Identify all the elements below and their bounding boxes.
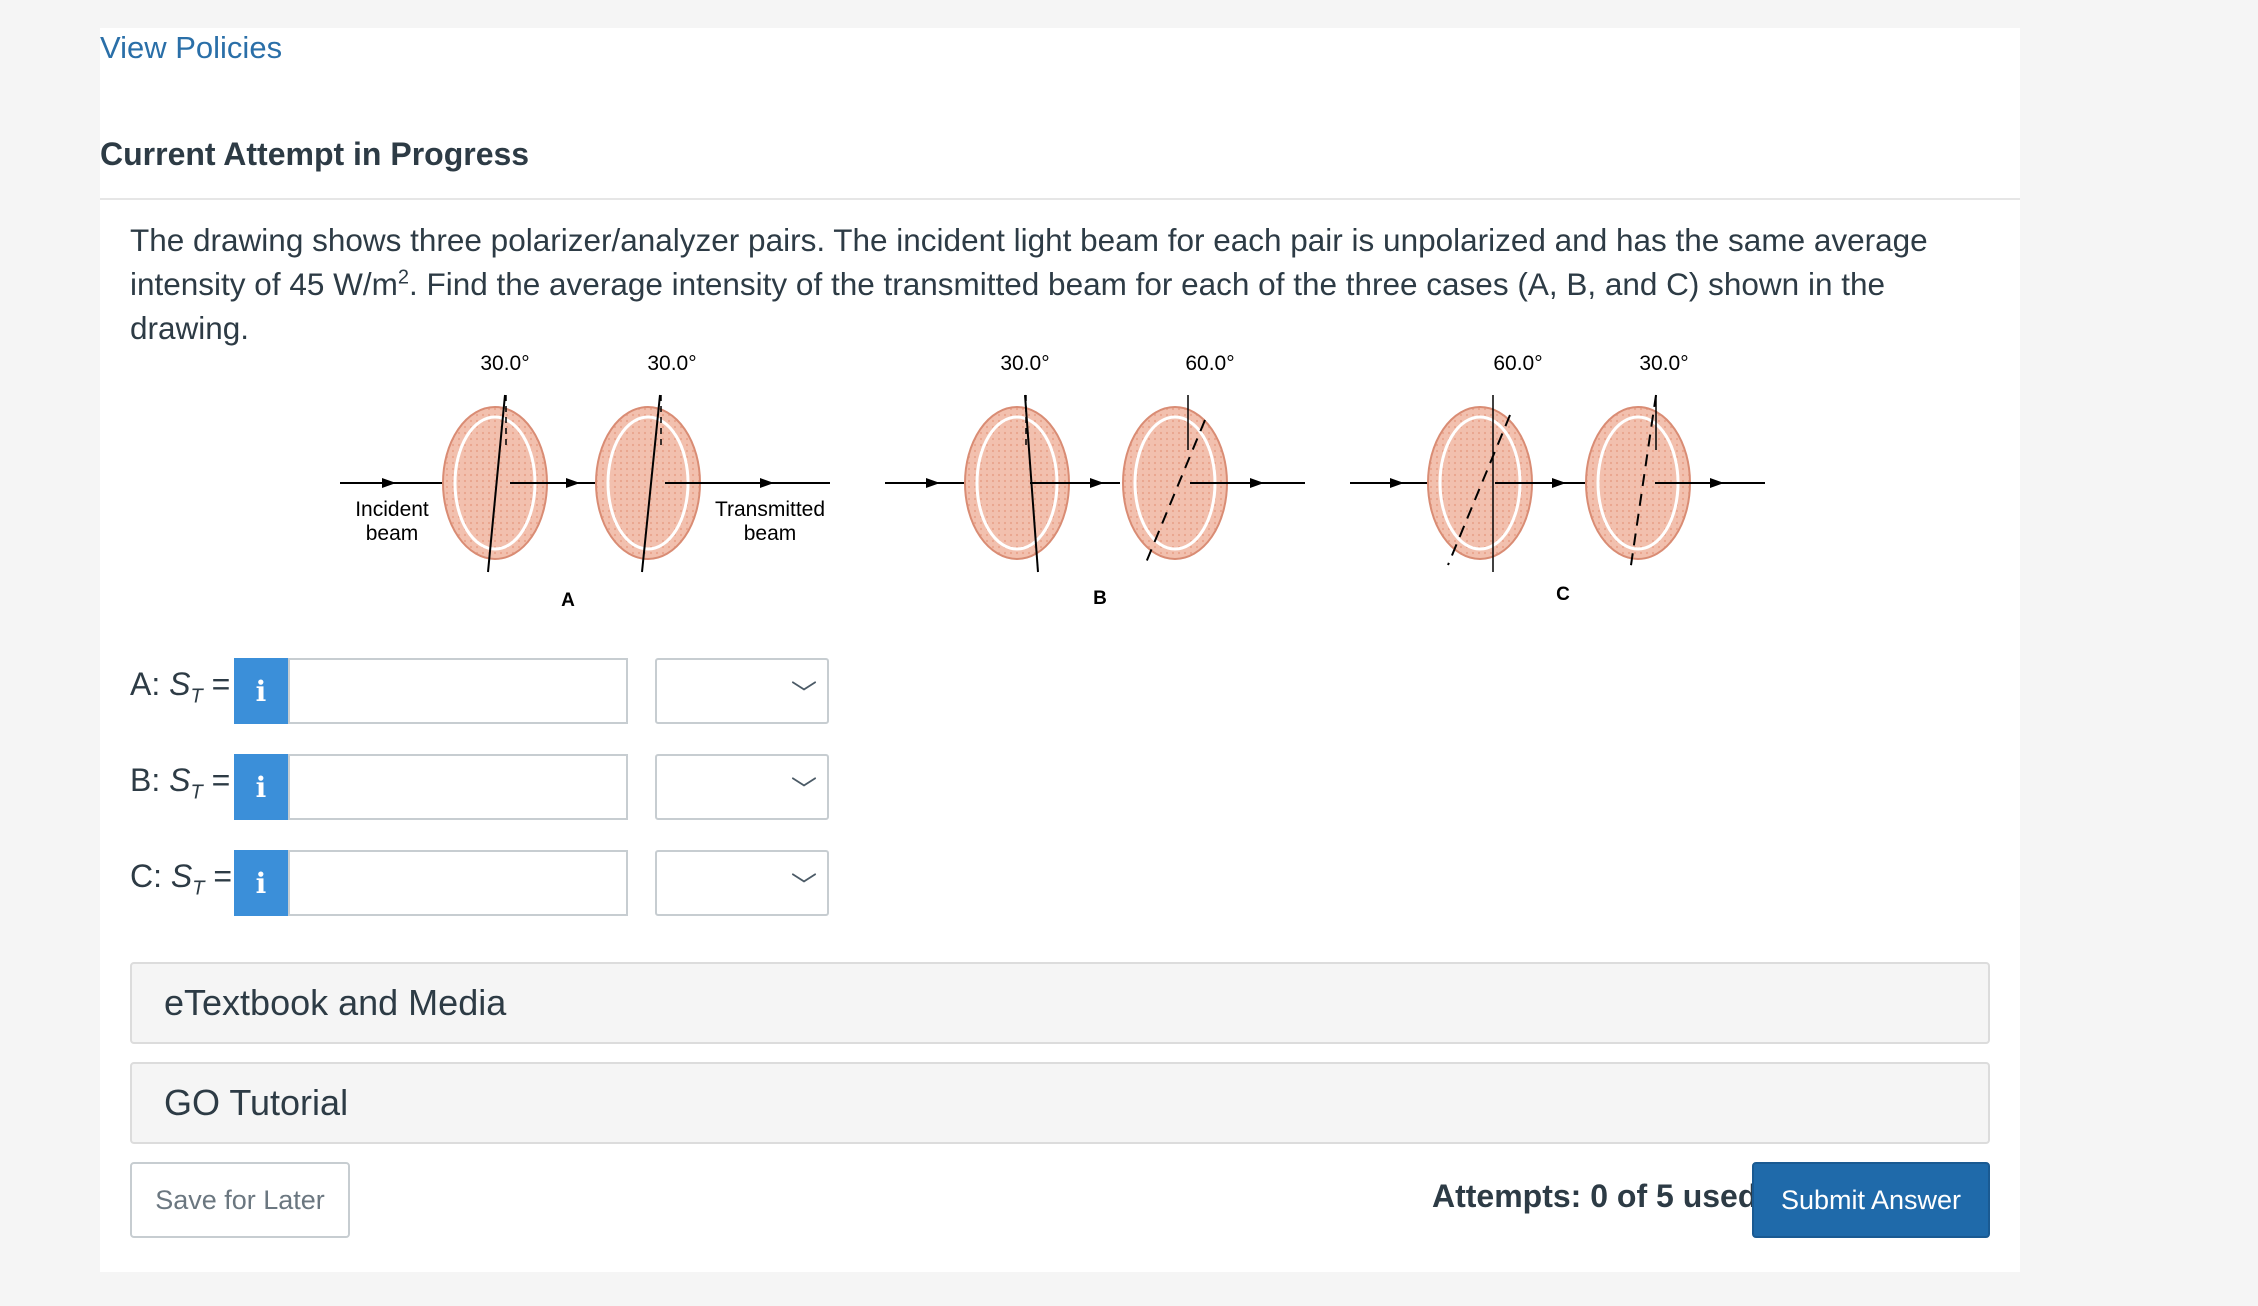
answer-variable: S bbox=[170, 858, 193, 894]
divider bbox=[100, 198, 2020, 200]
answer-prefix: B: bbox=[130, 762, 170, 798]
case-b-diagram: 30.0° 60.0° B bbox=[885, 352, 1305, 609]
answer-label-c: C: ST = bbox=[130, 858, 232, 900]
answer-c-input[interactable] bbox=[288, 850, 628, 916]
analyzer-disk bbox=[1122, 395, 1228, 566]
info-icon[interactable]: i bbox=[234, 850, 288, 916]
info-icon[interactable]: i bbox=[234, 754, 288, 820]
attempts-counter: Attempts: 0 of 5 used bbox=[1432, 1178, 1758, 1214]
submit-answer-button[interactable]: Submit Answer bbox=[1752, 1162, 1990, 1238]
attempt-title: Current Attempt in Progress bbox=[100, 136, 530, 172]
info-icon[interactable]: i bbox=[234, 658, 288, 724]
answer-subscript: T bbox=[190, 685, 203, 708]
incident-label-2: beam bbox=[366, 522, 419, 545]
case-a-diagram: Incident beam Transmitted beam 30.0° 30.… bbox=[340, 352, 830, 611]
answer-equals: = bbox=[204, 858, 233, 894]
polarizer-figure: Incident beam Transmitted beam 30.0° 30.… bbox=[340, 352, 1765, 611]
answer-c-unit-select[interactable]: ﹀ bbox=[655, 850, 829, 916]
angle-label: 30.0° bbox=[1000, 352, 1049, 375]
answer-variable: S bbox=[169, 666, 191, 702]
answer-prefix: A: bbox=[130, 666, 170, 702]
answer-label-a: A: ST = bbox=[130, 666, 230, 708]
answer-variable: S bbox=[169, 762, 191, 798]
go-tutorial-section[interactable]: GO Tutorial bbox=[130, 1062, 1990, 1144]
answer-prefix: C: bbox=[130, 858, 171, 894]
answer-equals: = bbox=[202, 762, 231, 798]
answer-equals: = bbox=[202, 666, 231, 702]
angle-label: 30.0° bbox=[647, 352, 696, 375]
case-b-label: B bbox=[1093, 588, 1107, 609]
transmitted-label: Transmitted bbox=[715, 498, 825, 521]
transmitted-label-2: beam bbox=[744, 522, 797, 545]
etextbook-media-section[interactable]: eTextbook and Media bbox=[130, 962, 1990, 1044]
view-policies-link[interactable]: View Policies bbox=[100, 30, 282, 66]
answer-b-unit-select[interactable]: ﹀ bbox=[655, 754, 829, 820]
case-a-label: A bbox=[561, 590, 575, 611]
case-c-diagram: 60.0° 30.0° C bbox=[1350, 352, 1765, 605]
angle-label: 30.0° bbox=[480, 352, 529, 375]
question-superscript: 2 bbox=[397, 266, 409, 289]
angle-label: 30.0° bbox=[1639, 352, 1688, 375]
angle-label: 60.0° bbox=[1493, 352, 1542, 375]
answer-subscript: T bbox=[192, 877, 205, 900]
chevron-down-icon: ﹀ bbox=[790, 872, 817, 902]
answer-a-input[interactable] bbox=[288, 658, 628, 724]
answer-a-unit-select[interactable]: ﹀ bbox=[655, 658, 829, 724]
angle-label: 60.0° bbox=[1185, 352, 1234, 375]
save-for-later-button[interactable]: Save for Later bbox=[130, 1162, 350, 1238]
incident-label: Incident bbox=[355, 498, 429, 521]
answer-label-b: B: ST = bbox=[130, 762, 230, 804]
question-text: The drawing shows three polarizer/analyz… bbox=[130, 218, 2010, 350]
answer-b-input[interactable] bbox=[288, 754, 628, 820]
answer-subscript: T bbox=[190, 781, 203, 804]
case-c-label: C bbox=[1556, 584, 1570, 605]
chevron-down-icon: ﹀ bbox=[790, 680, 817, 710]
chevron-down-icon: ﹀ bbox=[790, 776, 817, 806]
